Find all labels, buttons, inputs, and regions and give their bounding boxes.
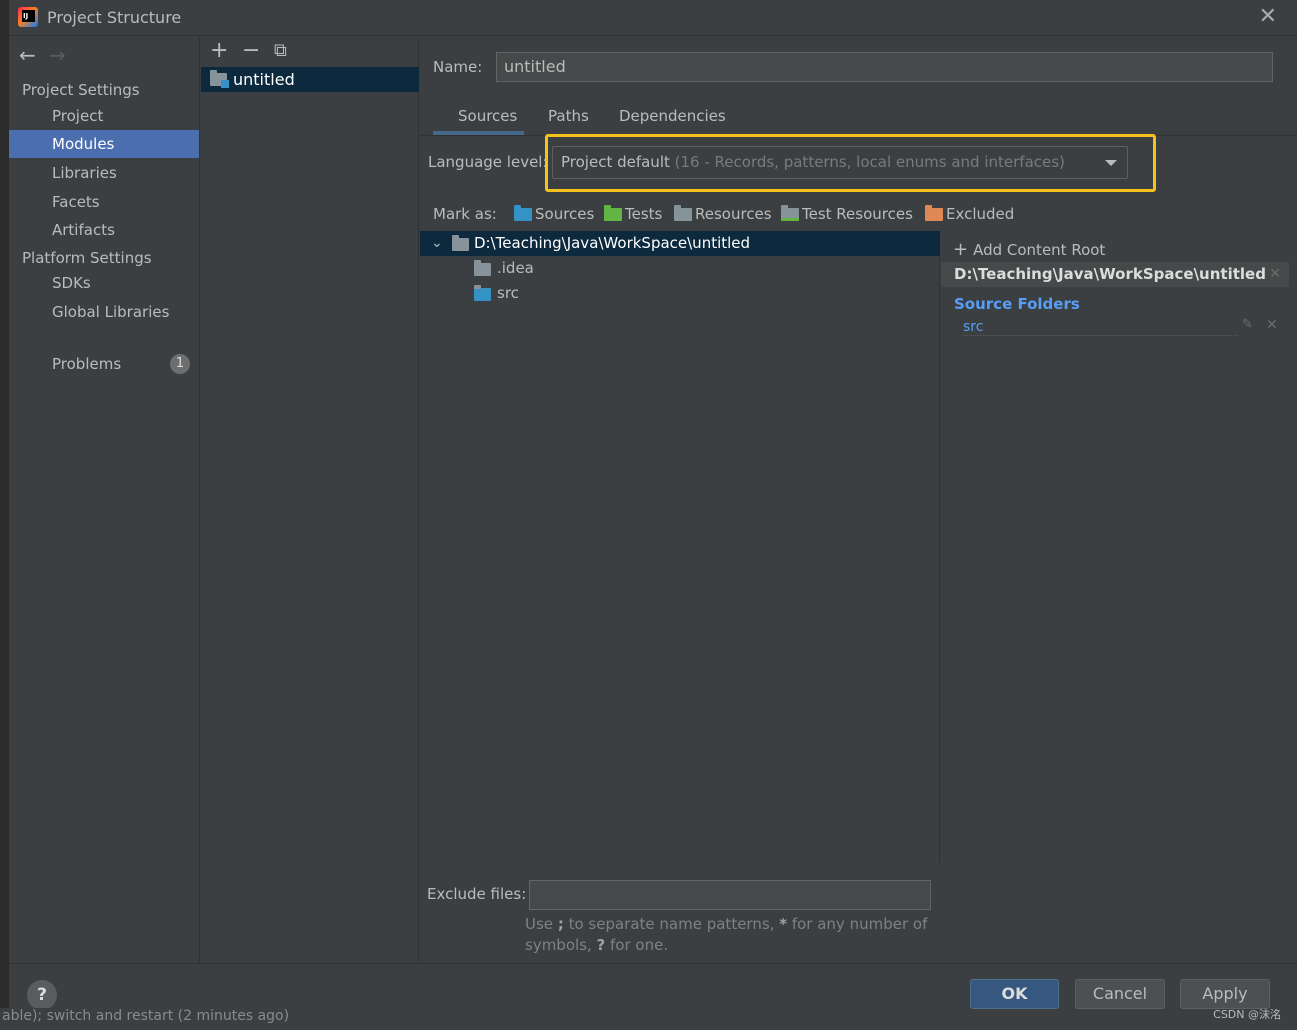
nav-item-modules[interactable]: Modules <box>9 130 199 158</box>
add-content-root-label: Add Content Root <box>973 241 1106 259</box>
platform-settings-header: Platform Settings <box>22 249 152 267</box>
folder-icon <box>474 260 491 276</box>
exclude-files-input[interactable] <box>529 880 931 910</box>
mark-as-tests-label: Tests <box>625 205 663 223</box>
mark-as-test-resources-button[interactable]: Test Resources <box>781 205 913 223</box>
language-level-detail: (16 - Records, patterns, local enums and… <box>674 153 1065 171</box>
module-folder-icon <box>210 70 229 88</box>
test-resources-folder-icon <box>781 205 799 221</box>
project-structure-dialog: Project Structure ✕ ←→ Project Settings … <box>9 0 1297 1030</box>
exclude-files-hint: Use ; to separate name patterns, * for a… <box>525 914 945 956</box>
content-roots-panel: + Add Content Root D:\Teaching\Java\WorkS… <box>941 231 1297 963</box>
mark-as-sources-label: Sources <box>535 205 595 223</box>
module-tabs: Sources Paths Dependencies <box>420 99 1297 136</box>
intellij-logo-icon <box>18 7 38 27</box>
nav-item-problems[interactable]: Problems 1 <box>9 350 199 378</box>
module-detail: Name: untitled Sources Paths Dependencie… <box>420 37 1297 963</box>
window-title: Project Structure <box>47 8 182 27</box>
mark-as-tests-button[interactable]: Tests <box>604 205 662 223</box>
mark-as-excluded-label: Excluded <box>946 205 1015 223</box>
module-item-untitled[interactable]: untitled <box>201 67 419 92</box>
source-folders-header: Source Folders <box>954 295 1080 313</box>
hint-question: ? <box>596 936 606 954</box>
name-label: Name: <box>433 58 483 76</box>
resources-folder-icon <box>674 205 692 221</box>
chevron-down-icon <box>1105 160 1117 166</box>
exclude-files-label: Exclude files: <box>427 885 527 903</box>
back-arrow-icon[interactable]: ← <box>19 43 49 67</box>
nav-item-artifacts[interactable]: Artifacts <box>9 216 199 244</box>
nav-item-facets[interactable]: Facets <box>9 188 199 216</box>
mark-as-bar: Mark as: Sources Tests Resources Test Re… <box>433 205 1033 227</box>
modules-panel: + − ⧉ untitled <box>201 37 419 963</box>
hint-text: for one. <box>610 936 669 954</box>
sources-folder-icon <box>514 205 532 221</box>
tree-src-label: src <box>497 284 519 302</box>
modules-toolbar: + − ⧉ <box>201 37 419 65</box>
plus-icon: + <box>953 239 969 260</box>
mark-as-excluded-button[interactable]: Excluded <box>925 205 1014 223</box>
language-level-label: Language level: <box>428 153 548 171</box>
content-root-tree: ⌄ D:\Teaching\Java\WorkSpace\untitled .i… <box>420 231 940 863</box>
content-root-path: D:\Teaching\Java\WorkSpace\untitled ✕ <box>941 262 1289 287</box>
nav-item-sdks[interactable]: SDKs <box>9 269 199 297</box>
hint-star: * <box>779 915 788 933</box>
cancel-button[interactable]: Cancel <box>1075 979 1165 1009</box>
close-icon[interactable]: ✕ <box>1259 4 1277 29</box>
background-status-text: able); switch and restart (2 minutes ago… <box>0 1008 330 1030</box>
tree-idea-label: .idea <box>497 259 534 277</box>
tree-row-src[interactable]: src <box>420 281 940 306</box>
forward-arrow-icon[interactable]: → <box>49 43 79 67</box>
project-settings-header: Project Settings <box>22 81 140 99</box>
nav-arrows: ← → <box>19 43 79 67</box>
tree-row-idea[interactable]: .idea <box>420 256 940 281</box>
nav-item-libraries[interactable]: Libraries <box>9 159 199 187</box>
hint-text: to separate name patterns, <box>568 915 775 933</box>
module-item-label: untitled <box>233 70 295 89</box>
tab-paths[interactable]: Paths <box>548 107 589 125</box>
tree-row-root[interactable]: ⌄ D:\Teaching\Java\WorkSpace\untitled <box>420 231 940 256</box>
excluded-folder-icon <box>925 205 943 221</box>
apply-button[interactable]: Apply <box>1180 979 1270 1009</box>
tab-sources[interactable]: Sources <box>458 107 517 125</box>
tree-root-label: D:\Teaching\Java\WorkSpace\untitled <box>474 234 751 252</box>
folder-icon <box>452 235 469 251</box>
remove-source-icon[interactable]: ✕ <box>1266 317 1278 333</box>
mark-as-test-resources-label: Test Resources <box>802 205 913 223</box>
ok-button[interactable]: OK <box>970 979 1059 1009</box>
add-content-root-button[interactable]: + Add Content Root <box>953 239 1105 260</box>
tab-dependencies[interactable]: Dependencies <box>619 107 726 125</box>
mark-as-label: Mark as: <box>433 205 497 223</box>
language-level-select[interactable]: Project default (16 - Records, patterns,… <box>552 146 1128 179</box>
title-bar: Project Structure ✕ <box>9 0 1297 36</box>
copy-module-icon[interactable]: ⧉ <box>274 40 287 61</box>
mark-as-resources-button[interactable]: Resources <box>674 205 772 223</box>
chevron-down-icon[interactable]: ⌄ <box>431 231 443 256</box>
remove-module-icon[interactable]: − <box>242 38 260 63</box>
active-tab-indicator <box>433 131 524 135</box>
help-button[interactable]: ? <box>27 980 57 1010</box>
problems-label: Problems <box>52 355 122 373</box>
source-folder-item[interactable]: src <box>963 319 1238 336</box>
mark-as-resources-label: Resources <box>695 205 772 223</box>
nav-item-global-libraries[interactable]: Global Libraries <box>9 298 199 326</box>
tests-folder-icon <box>604 205 622 221</box>
hint-text: Use <box>525 915 554 933</box>
mark-as-sources-button[interactable]: Sources <box>514 205 594 223</box>
remove-root-icon[interactable]: ✕ <box>1269 262 1281 287</box>
settings-nav: ← → Project Settings Project Modules Libr… <box>9 37 200 963</box>
language-level-value: Project default <box>561 153 670 171</box>
hint-semicolon: ; <box>557 915 564 933</box>
watermark: CSDN @沫洺 <box>1213 1008 1281 1021</box>
add-module-icon[interactable]: + <box>210 38 228 63</box>
edit-icon[interactable]: ✎ <box>1242 317 1253 332</box>
problems-count-badge: 1 <box>170 354 190 374</box>
nav-item-project[interactable]: Project <box>9 102 199 130</box>
module-name-input[interactable]: untitled <box>496 52 1273 82</box>
background-ide-strip <box>0 0 9 1030</box>
source-folder-icon <box>474 285 491 301</box>
content-root-path-label: D:\Teaching\Java\WorkSpace\untitled <box>954 265 1266 283</box>
